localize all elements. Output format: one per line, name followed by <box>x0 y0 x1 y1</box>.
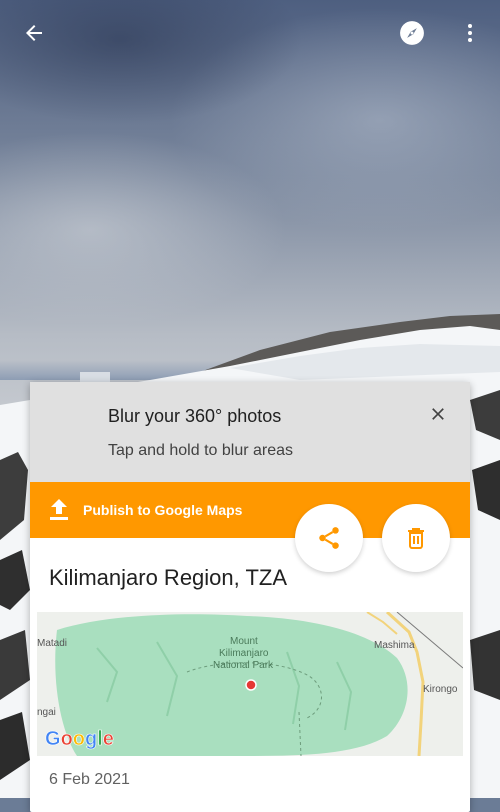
delete-button[interactable] <box>382 504 450 572</box>
tip-subtitle: Tap and hold to blur areas <box>108 442 294 459</box>
share-button[interactable] <box>295 504 363 572</box>
compass-icon <box>400 21 424 45</box>
map-label-park: National Park <box>213 660 274 671</box>
photo-date: 6 Feb 2021 <box>49 771 130 788</box>
close-icon <box>432 408 444 420</box>
map-label-kirongo: Kirongo <box>423 684 458 695</box>
more-options-button[interactable] <box>448 11 492 55</box>
map-label-kilimanjaro: Kilimanjaro <box>219 648 269 659</box>
map-label-mashima: Mashima <box>374 640 415 651</box>
photo-details-card: Blur your 360° photos Tap and hold to bl… <box>30 382 470 812</box>
place-name: Kilimanjaro Region, TZA <box>49 565 288 590</box>
map-label-left: ngai <box>37 707 56 718</box>
publish-label: Publish to Google Maps <box>83 502 243 518</box>
location-map[interactable]: Google Matadi Mashima Mount Kilimanjaro … <box>37 612 463 756</box>
map-label-mount: Mount <box>230 636 258 647</box>
upload-icon <box>50 499 68 520</box>
compass-button[interactable] <box>390 11 434 55</box>
back-button[interactable] <box>12 11 56 55</box>
blur-tip-banner: Blur your 360° photos Tap and hold to bl… <box>30 382 470 482</box>
top-app-bar <box>0 0 500 66</box>
more-vert-icon <box>468 24 472 42</box>
map-graphic: Google <box>37 612 463 756</box>
arrow-left-icon <box>26 25 42 41</box>
tip-title: Blur your 360° photos <box>108 406 282 426</box>
svg-text:Google: Google <box>45 728 114 750</box>
close-tip-button[interactable] <box>420 396 456 432</box>
map-label-matadi: Matadi <box>37 638 68 649</box>
google-logo: Google <box>45 728 115 751</box>
trash-icon <box>408 528 424 549</box>
share-icon <box>319 527 339 549</box>
